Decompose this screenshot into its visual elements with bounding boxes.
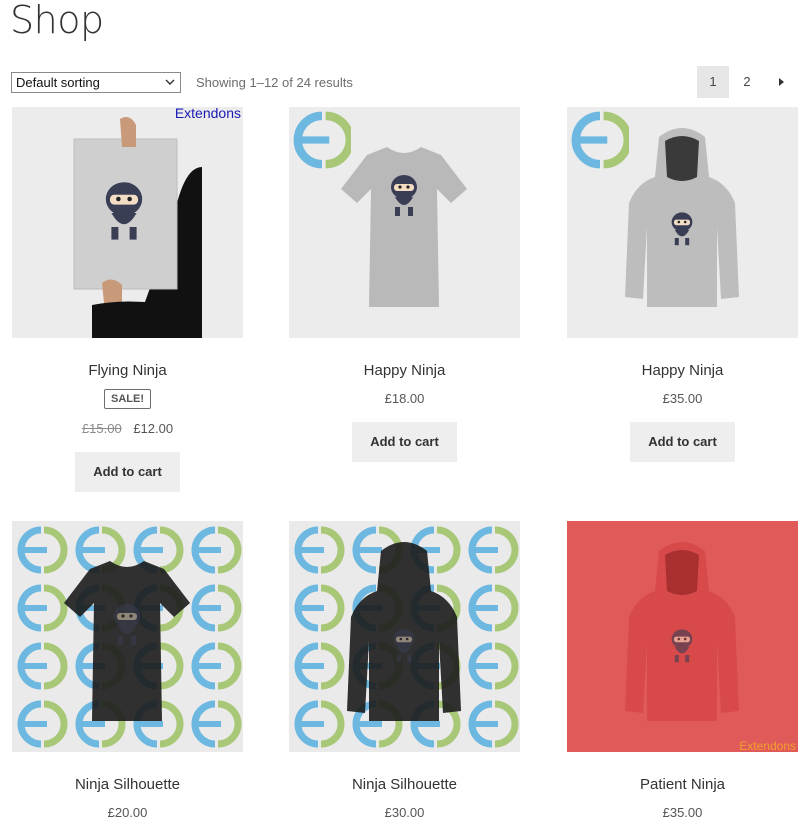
sorting-select[interactable]: Default sorting (11, 72, 181, 93)
sale-badge: SALE! (104, 389, 151, 409)
page-1-link[interactable]: 1 (697, 66, 729, 98)
tshirt-black-image (12, 521, 243, 752)
product-name[interactable]: Happy Ninja (289, 362, 520, 379)
add-to-cart-button[interactable]: Add to cart (352, 422, 457, 462)
extendons-watermark: Extendons (739, 739, 796, 752)
product-card: Happy Ninja £35.00 Add to cart (567, 107, 798, 462)
product-image[interactable] (289, 521, 520, 752)
logo-icon (293, 111, 351, 169)
add-to-cart-button[interactable]: Add to cart (630, 422, 735, 462)
product-card: Extendons Patient Ninja £35.00 (567, 521, 798, 820)
product-price: £35.00 (662, 805, 703, 820)
product-image[interactable] (289, 107, 520, 338)
sorting-value: Default sorting (16, 75, 100, 90)
logo-icon (571, 111, 629, 169)
product-card: Ninja Silhouette £20.00 (12, 521, 243, 820)
product-image[interactable] (567, 107, 798, 338)
product-name[interactable]: Ninja Silhouette (289, 776, 520, 793)
hoodie-black-image (289, 521, 520, 752)
product-image[interactable]: Extendons (567, 521, 798, 752)
product-image[interactable]: Extendons (12, 107, 243, 338)
product-name[interactable]: Ninja Silhouette (12, 776, 243, 793)
product-price: £18.00 (384, 391, 425, 406)
chevron-down-icon (165, 79, 175, 85)
product-price: £35.00 (662, 391, 703, 406)
page-2-link[interactable]: 2 (731, 66, 763, 98)
add-to-cart-button[interactable]: Add to cart (75, 452, 180, 492)
extendons-watermark: Extendons (174, 107, 241, 121)
product-price: £20.00 (107, 805, 148, 820)
page-title: Shop (10, 0, 104, 42)
product-card: Ninja Silhouette £30.00 (289, 521, 520, 820)
product-card: Happy Ninja £18.00 Add to cart (289, 107, 520, 462)
next-page-button[interactable] (765, 66, 797, 98)
old-price: £15.00 (81, 421, 122, 436)
product-card: Extendons Flying Ninja SALE! £15.00 £12.… (12, 107, 243, 492)
sale-price: £12.00 (133, 421, 174, 436)
arrow-right-icon (779, 78, 784, 86)
shop-toolbar: Default sorting Showing 1–12 of 24 resul… (11, 66, 797, 98)
product-image[interactable] (12, 521, 243, 752)
product-price: £15.00 £12.00 (12, 421, 243, 436)
result-count: Showing 1–12 of 24 results (196, 75, 353, 90)
product-name[interactable]: Flying Ninja (12, 362, 243, 379)
product-name[interactable]: Patient Ninja (567, 776, 798, 793)
poster-image (12, 107, 243, 338)
pagination: 1 2 (697, 66, 797, 98)
product-price: £30.00 (384, 805, 425, 820)
hoodie-red-image (567, 521, 798, 752)
product-name[interactable]: Happy Ninja (567, 362, 798, 379)
